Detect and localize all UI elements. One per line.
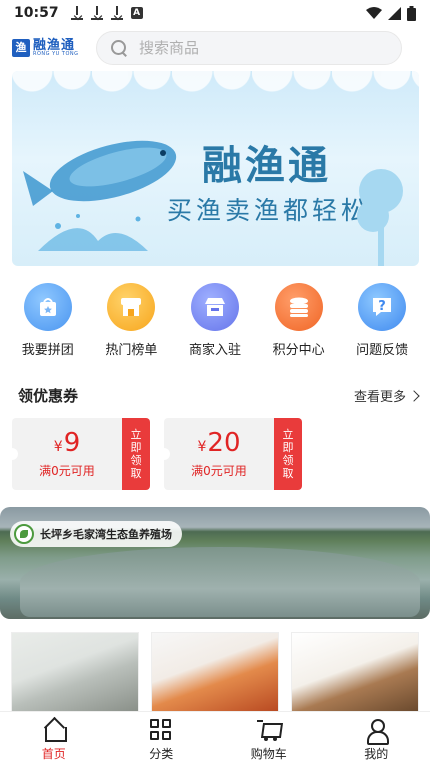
logo-subtext: RONG YU TONG [33, 51, 79, 57]
wifi-icon [366, 6, 382, 19]
coupon-amount: ¥20 [197, 427, 241, 458]
menu-item-merchant-join[interactable]: 商家入驻 [178, 283, 252, 363]
menu-label: 商家入驻 [188, 343, 241, 358]
view-more-label: 查看更多 [353, 390, 406, 405]
menu-label: 问题反馈 [356, 343, 409, 358]
pond-photo [20, 547, 420, 617]
download-icon [110, 6, 123, 20]
svg-text:?: ? [378, 299, 386, 314]
status-bar: 10:57 A [0, 0, 430, 26]
promo-banner[interactable]: 融渔通 买渔卖渔都轻松 [12, 71, 419, 266]
battery-icon [407, 5, 416, 21]
a-icon: A [130, 7, 143, 19]
search-icon [111, 40, 127, 56]
download-icon [90, 6, 103, 20]
tab-label: 分类 [149, 747, 174, 761]
farm-tag: 长坪乡毛家湾生态鱼养殖场 [10, 521, 182, 547]
bottom-tab-bar: 首页 分类 购物车 我的 [0, 711, 430, 766]
search-bar[interactable] [96, 31, 402, 65]
tab-cart[interactable]: 购物车 [215, 712, 323, 766]
chevron-right-icon [408, 389, 420, 402]
status-time: 10:57 [14, 5, 59, 21]
coupon-condition: 满0元可用 [39, 463, 95, 478]
claim-coupon-button[interactable]: 立即领取 [274, 418, 302, 490]
store-icon [190, 283, 239, 331]
tree-decoration [357, 169, 403, 266]
tab-mine[interactable]: 我的 [323, 712, 430, 766]
header: 渔 融渔通 RONG YU TONG [0, 30, 430, 66]
coupon-amount: ¥9 [53, 427, 81, 458]
coupon-card[interactable]: ¥9 满0元可用 立即领取 [6, 418, 152, 490]
quick-menu: 我要拼团 热门榜单 商家入驻 积分中心 ? 问题反馈 [0, 283, 430, 363]
tab-label: 我的 [364, 747, 389, 761]
section-title: 领优惠券 [18, 387, 79, 405]
bag-icon [23, 283, 72, 331]
product-card-lobster[interactable] [151, 632, 279, 712]
shop-icon [107, 283, 156, 331]
coupon-body: ¥9 满0元可用 [6, 418, 122, 490]
cloud-decoration [12, 71, 419, 99]
farm-name: 长坪乡毛家湾生态鱼养殖场 [40, 528, 172, 541]
coupon-condition: 满0元可用 [191, 463, 247, 478]
farm-banner[interactable]: 长坪乡毛家湾生态鱼养殖场 [0, 507, 430, 619]
home-icon [42, 718, 67, 742]
cart-icon [256, 718, 281, 742]
menu-item-group-buy[interactable]: 我要拼团 [11, 283, 85, 363]
menu-label: 热门榜单 [105, 343, 158, 358]
coins-icon [274, 283, 323, 331]
menu-item-feedback[interactable]: ? 问题反馈 [345, 283, 419, 363]
menu-label: 我要拼团 [21, 343, 74, 358]
product-list [0, 632, 430, 712]
search-input[interactable] [139, 39, 359, 57]
user-icon [364, 718, 390, 745]
logo-mark: 渔 [12, 39, 30, 57]
tab-label: 首页 [41, 747, 66, 761]
menu-item-points-center[interactable]: 积分中心 [262, 283, 336, 363]
banner-brand: 融渔通 [202, 143, 331, 189]
fish-splash-illustration [23, 140, 177, 251]
coupon-section-header: 领优惠券 查看更多 [18, 385, 420, 406]
product-card-crab[interactable] [291, 632, 419, 712]
app-logo[interactable]: 渔 融渔通 RONG YU TONG [12, 39, 82, 57]
tab-home[interactable]: 首页 [0, 712, 108, 766]
download-icon [70, 6, 83, 20]
signal-icon [388, 6, 401, 20]
grid-icon [149, 718, 173, 742]
menu-item-hot-list[interactable]: 热门榜单 [94, 283, 168, 363]
coupon-body: ¥20 满0元可用 [158, 418, 274, 490]
menu-label: 积分中心 [272, 343, 325, 358]
coupon-card[interactable]: ¥20 满0元可用 立即领取 [158, 418, 304, 490]
product-card-fish[interactable] [11, 632, 139, 712]
view-more-link[interactable]: 查看更多 [353, 386, 420, 405]
tab-label: 购物车 [250, 747, 287, 761]
tab-category[interactable]: 分类 [108, 712, 216, 766]
claim-coupon-button[interactable]: 立即领取 [122, 418, 150, 490]
banner-slogan: 买渔卖渔都轻松 [167, 196, 371, 225]
leaf-logo-icon [14, 524, 34, 544]
question-icon: ? [358, 283, 407, 331]
